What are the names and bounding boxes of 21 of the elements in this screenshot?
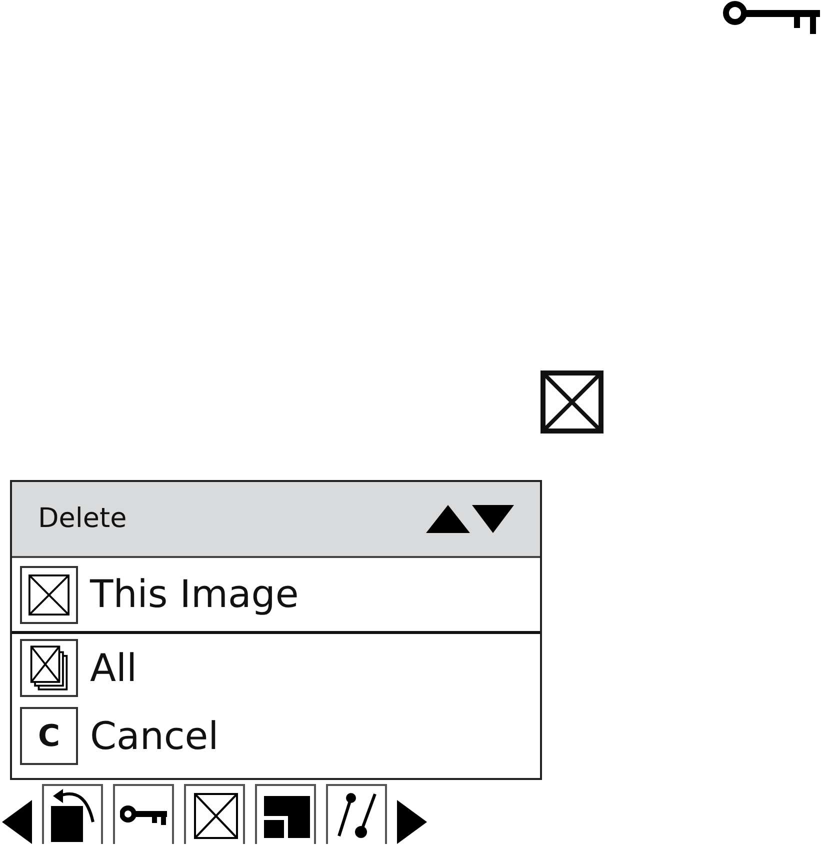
- protect-button[interactable]: [113, 784, 174, 844]
- menu-item[interactable]: All: [12, 634, 540, 702]
- right-arrow-icon[interactable]: [397, 800, 427, 844]
- delete-icon: [540, 370, 604, 434]
- menu-title: Delete: [38, 502, 127, 536]
- menu-item[interactable]: C Cancel: [12, 702, 540, 770]
- menu-item-label: Cancel: [90, 712, 219, 760]
- left-arrow-icon[interactable]: [2, 800, 32, 844]
- delete-icon: [20, 566, 78, 624]
- key-label: C: [20, 707, 78, 765]
- key-icon: [120, 805, 168, 826]
- menu-item-label: This Image: [90, 571, 299, 618]
- menu-item[interactable]: This Image: [12, 558, 540, 634]
- key-icon: [722, 0, 822, 34]
- delete-button[interactable]: [184, 784, 245, 844]
- up-down-arrows-icon: [426, 503, 514, 535]
- delete-all-icon: [20, 639, 78, 697]
- print-order-button[interactable]: [255, 784, 316, 844]
- menu-item-label: All: [90, 644, 138, 692]
- edit-button[interactable]: [326, 784, 387, 844]
- rotate-button[interactable]: [42, 784, 103, 844]
